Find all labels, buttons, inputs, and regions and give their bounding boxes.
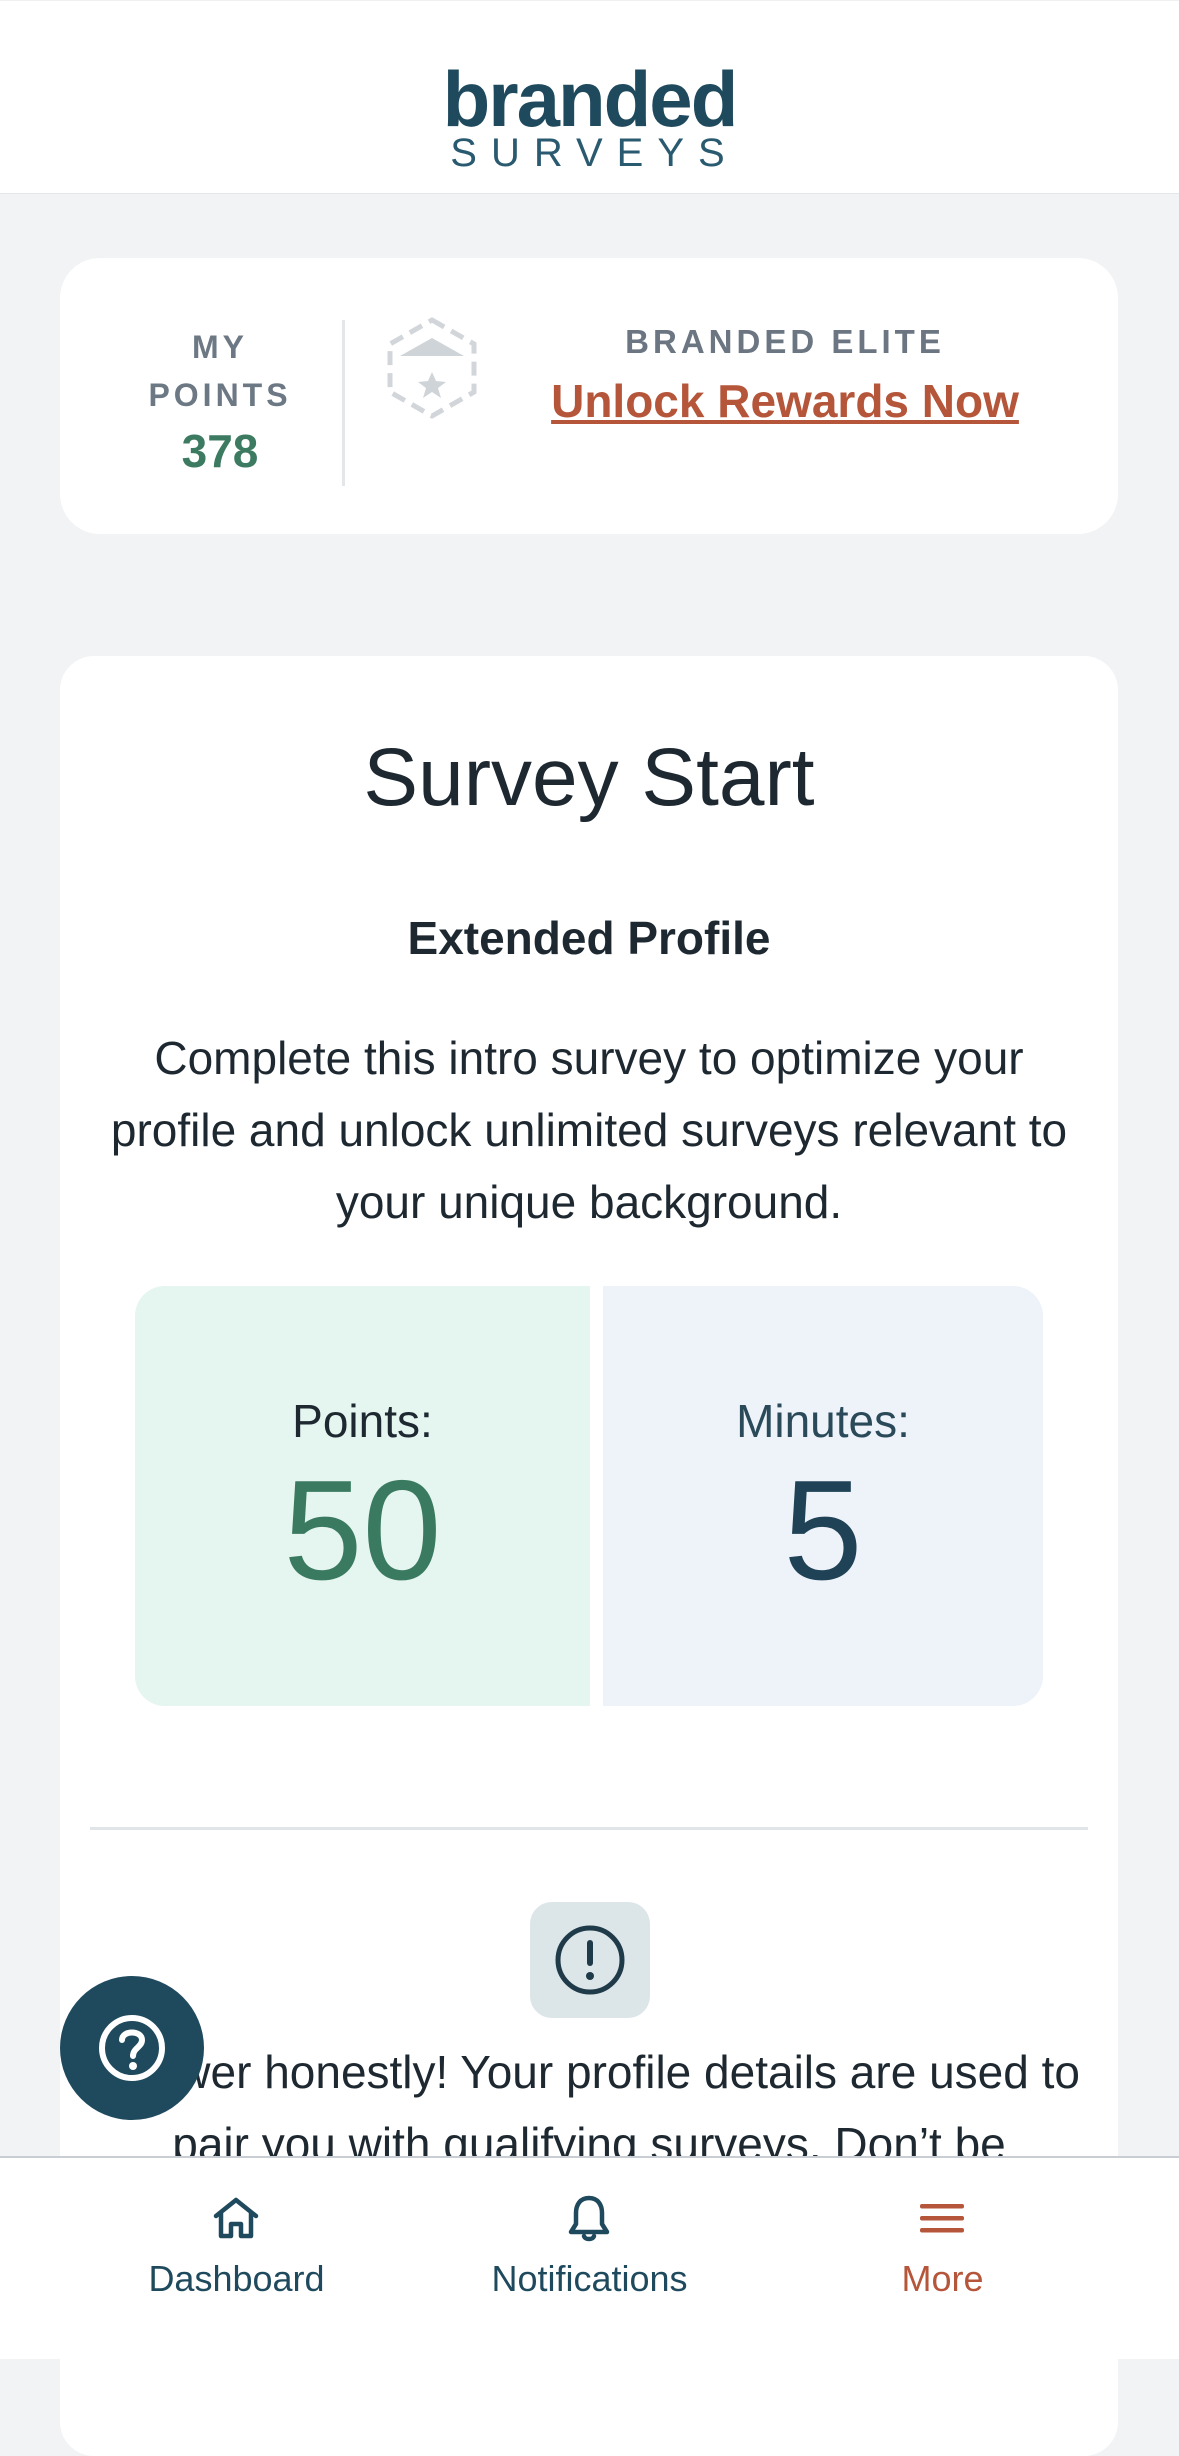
minutes-stat-value: 5 [783, 1451, 863, 1610]
nav-notifications-label: Notifications [491, 2258, 688, 2299]
minutes-stat-label: Minutes: [736, 1395, 910, 1447]
home-icon [213, 2197, 259, 2239]
logo-sub-text: SURVEYS [450, 131, 739, 175]
help-button[interactable] [60, 1976, 204, 2120]
unlock-rewards-link[interactable]: Unlock Rewards Now [551, 370, 1019, 432]
points-stat: Points: 50 [135, 1286, 590, 1706]
menu-icon [920, 2204, 964, 2233]
my-points-value: 378 [181, 425, 259, 477]
survey-title: Survey Start [363, 732, 815, 823]
branded-elite: BRANDED ELITE Unlock Rewards Now [510, 320, 1060, 432]
nav-notifications[interactable]: Notifications [393, 2158, 786, 2359]
top-bar: branded SURVEYS [0, 0, 1179, 194]
question-icon [99, 2015, 165, 2081]
nav-dashboard[interactable]: Dashboard [40, 2158, 433, 2359]
survey-description: Complete this intro survey to optimize y… [110, 1032, 1068, 1228]
points-stat-value: 50 [283, 1451, 442, 1610]
elite-label: BRANDED ELITE [625, 323, 945, 360]
nav-more-label: More [901, 2258, 984, 2299]
exclamation-circle-icon [555, 1925, 625, 1995]
bell-icon [568, 2195, 610, 2242]
bottom-navigation: Dashboard Notifications More [0, 2156, 1179, 2359]
logo-main-text: branded [442, 55, 739, 143]
survey-subtitle: Extended Profile [407, 912, 771, 964]
points-card: MY POINTS 378 BRANDED ELITE Unlock Rewar… [60, 258, 1118, 534]
brand-logo[interactable]: branded SURVEYS [0, 55, 1179, 175]
my-points-label-line1: MY [192, 329, 248, 365]
points-stat-label: Points: [292, 1395, 433, 1447]
my-points-label-line2: POINTS [148, 377, 292, 413]
section-divider [90, 1827, 1088, 1830]
elite-badge-icon [382, 316, 482, 420]
alert-icon-box [530, 1902, 650, 2018]
nav-more[interactable]: More [746, 2158, 1139, 2359]
minutes-stat: Minutes: 5 [603, 1286, 1043, 1706]
points-divider [342, 320, 345, 486]
my-points: MY POINTS 378 [120, 323, 320, 481]
nav-dashboard-label: Dashboard [148, 2258, 325, 2299]
